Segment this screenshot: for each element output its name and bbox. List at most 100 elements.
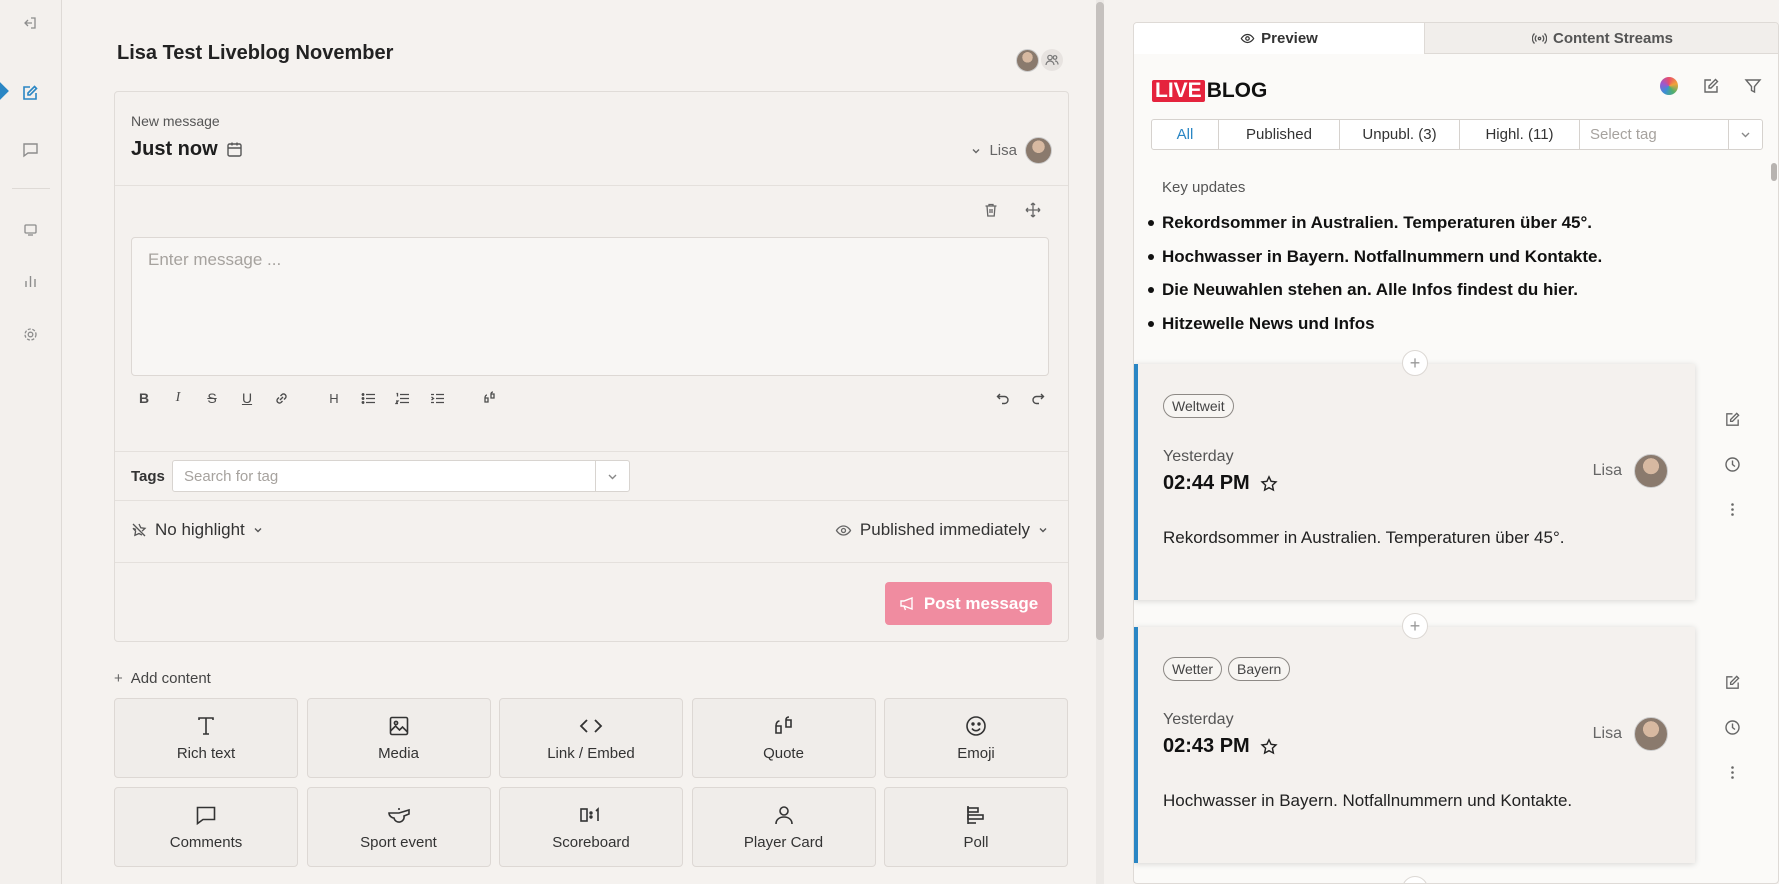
content-block-scoreboard[interactable]: Scoreboard [499, 787, 683, 867]
content-block-media[interactable]: Media [306, 698, 491, 778]
chevron-down-icon[interactable] [1728, 120, 1762, 149]
numbered-list-icon[interactable] [392, 388, 412, 408]
filter-all[interactable]: All [1152, 120, 1219, 149]
tag-select[interactable]: Select tag [1580, 120, 1762, 149]
more-icon[interactable] [1724, 764, 1741, 781]
tag-search-input[interactable]: Search for tag [172, 460, 630, 492]
highlight-select[interactable]: No highlight [131, 520, 263, 540]
undo-icon[interactable] [993, 388, 1013, 408]
more-icon[interactable] [1724, 501, 1741, 518]
content-block-link-embed[interactable]: Link / Embed [499, 698, 683, 778]
group-icon[interactable] [1041, 49, 1063, 71]
edit-icon[interactable] [1702, 77, 1720, 95]
highlight-label: No highlight [155, 520, 245, 539]
preview-scrollbar[interactable] [1770, 161, 1778, 883]
redo-icon[interactable] [1028, 388, 1048, 408]
editor-scrollbar[interactable] [1096, 0, 1104, 884]
key-update-item[interactable]: Rekordsommer in Australien. Temperaturen… [1147, 206, 1602, 240]
post-card: Weltweit Yesterday 02:44 PM Lisa Rekords… [1134, 364, 1695, 600]
key-update-item[interactable]: Hitzewelle News und Infos [1147, 307, 1602, 341]
filter-published[interactable]: Published [1219, 120, 1340, 149]
content-block-player-card[interactable]: Player Card [691, 787, 876, 867]
filter-unpublished[interactable]: Unpubl. (3) [1340, 120, 1460, 149]
tab-content-streams[interactable]: Content Streams [1424, 23, 1778, 54]
left-rail [0, 0, 62, 884]
key-update-item[interactable]: Die Neuwahlen stehen an. Alle Infos find… [1147, 273, 1602, 307]
post-time[interactable]: Just now [131, 138, 243, 161]
text-icon [198, 716, 214, 735]
italic-icon[interactable]: I [168, 388, 188, 408]
link-icon[interactable] [271, 388, 291, 408]
theme-color-icon[interactable] [1660, 77, 1678, 95]
author-select[interactable]: Lisa [971, 137, 1052, 164]
whistle-icon [387, 807, 410, 823]
clock-icon[interactable] [1724, 719, 1741, 736]
tab-preview[interactable]: Preview [1134, 23, 1424, 54]
star-icon[interactable] [1260, 474, 1278, 493]
avatar [1634, 717, 1668, 751]
bold-icon[interactable]: B [134, 388, 154, 408]
content-block-label: Sport event [360, 833, 437, 851]
content-block-comments[interactable]: Comments [114, 787, 298, 867]
post-actions [1724, 411, 1741, 518]
editor-column: Lisa Test Liveblog November New message … [62, 0, 1096, 884]
insert-post-button[interactable]: + [1402, 613, 1428, 639]
quote-icon[interactable] [480, 388, 500, 408]
collaborators[interactable] [1016, 49, 1063, 72]
analytics-icon[interactable] [19, 270, 41, 292]
calendar-icon[interactable] [226, 141, 243, 158]
edit-icon[interactable] [1724, 411, 1741, 428]
eye-icon [1240, 33, 1255, 44]
bullet-list-icon[interactable] [358, 388, 378, 408]
content-block-label: Rich text [176, 744, 236, 762]
underline-icon[interactable]: U [237, 388, 257, 408]
content-block-emoji[interactable]: Emoji [884, 698, 1068, 778]
edit-icon[interactable] [1724, 674, 1741, 691]
insert-post-button[interactable]: + [1402, 876, 1428, 883]
exit-icon[interactable] [19, 12, 41, 34]
add-content-label: Add content [130, 670, 211, 687]
trash-icon[interactable] [983, 202, 999, 218]
heading-icon[interactable]: H [324, 388, 344, 408]
strikethrough-icon[interactable]: S [202, 388, 222, 408]
content-block-quote[interactable]: Quote [691, 698, 876, 778]
rail-divider [12, 188, 50, 189]
move-icon[interactable] [1025, 202, 1041, 218]
post-text: Rekordsommer in Australien. Temperaturen… [1163, 528, 1565, 547]
preview-icon[interactable] [19, 218, 41, 240]
author-name: Lisa [989, 142, 1017, 159]
post-tag: Bayern [1227, 657, 1291, 681]
scrollbar-thumb[interactable] [1771, 163, 1777, 181]
tab-label: Preview [1261, 30, 1318, 47]
content-block-poll[interactable]: Poll [884, 787, 1068, 867]
add-content-toggle[interactable]: + Add content [114, 670, 211, 687]
publish-select[interactable]: Published immediately [835, 520, 1048, 540]
chevron-down-icon[interactable] [595, 461, 629, 491]
star-icon[interactable] [1260, 737, 1278, 756]
post-time-value: 02:43 PM [1163, 735, 1250, 757]
active-marker [0, 81, 9, 101]
filter-highlighted[interactable]: Highl. (11) [1460, 120, 1580, 149]
post-message-label: Post message [923, 593, 1039, 613]
edit-icon[interactable] [19, 82, 41, 104]
comment-icon[interactable] [19, 138, 41, 160]
content-block-sport-event[interactable]: Sport event [306, 787, 491, 867]
scoreboard-icon [580, 806, 599, 822]
settings-icon[interactable] [19, 323, 41, 345]
filter-icon[interactable] [1744, 77, 1762, 95]
indent-icon[interactable] [427, 388, 447, 408]
insert-post-button[interactable]: + [1402, 350, 1428, 376]
post-time-label: Just now [131, 138, 218, 160]
preview-tabs: Preview Content Streams [1134, 23, 1778, 54]
post-tags: Wetter Bayern [1163, 657, 1291, 681]
highlight-row: No highlight Published immediately [115, 501, 1068, 563]
content-block-label: Comments [169, 833, 243, 851]
content-block-label: Quote [763, 744, 804, 762]
content-block-rich-text[interactable]: Rich text [114, 698, 298, 778]
post-author: Lisa [1593, 454, 1668, 488]
post-message-button[interactable]: Post message [885, 582, 1052, 625]
scrollbar-thumb[interactable] [1096, 2, 1104, 640]
message-input[interactable]: Enter message ... [131, 237, 1049, 376]
clock-icon[interactable] [1724, 456, 1741, 473]
key-update-item[interactable]: Hochwasser in Bayern. Notfallnummern und… [1147, 240, 1602, 274]
